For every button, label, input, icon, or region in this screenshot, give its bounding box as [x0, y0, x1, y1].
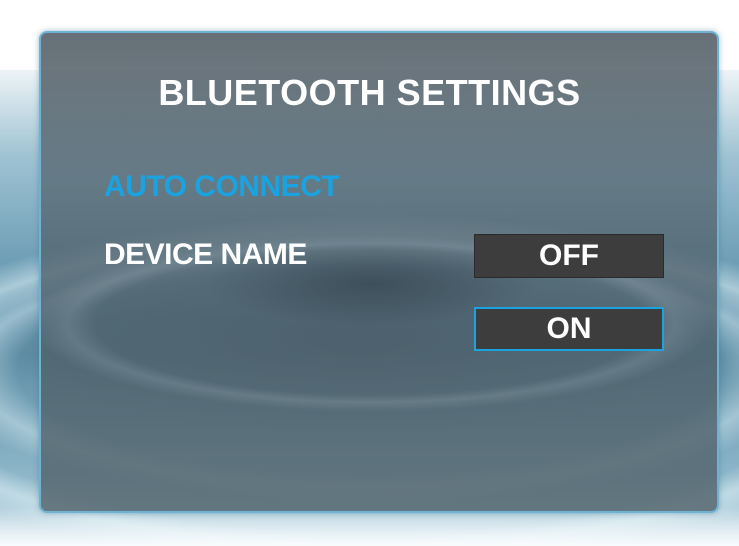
- screen: BLUETOOTH SETTINGS AUTO CONNECT DEVICE N…: [0, 0, 739, 546]
- page-title: BLUETOOTH SETTINGS: [158, 72, 581, 113]
- menu-item-auto-connect[interactable]: AUTO CONNECT: [104, 170, 340, 204]
- option-off-button[interactable]: OFF: [474, 234, 664, 278]
- option-on-button[interactable]: ON: [474, 307, 664, 351]
- menu-item-device-name[interactable]: DEVICE NAME: [104, 238, 307, 272]
